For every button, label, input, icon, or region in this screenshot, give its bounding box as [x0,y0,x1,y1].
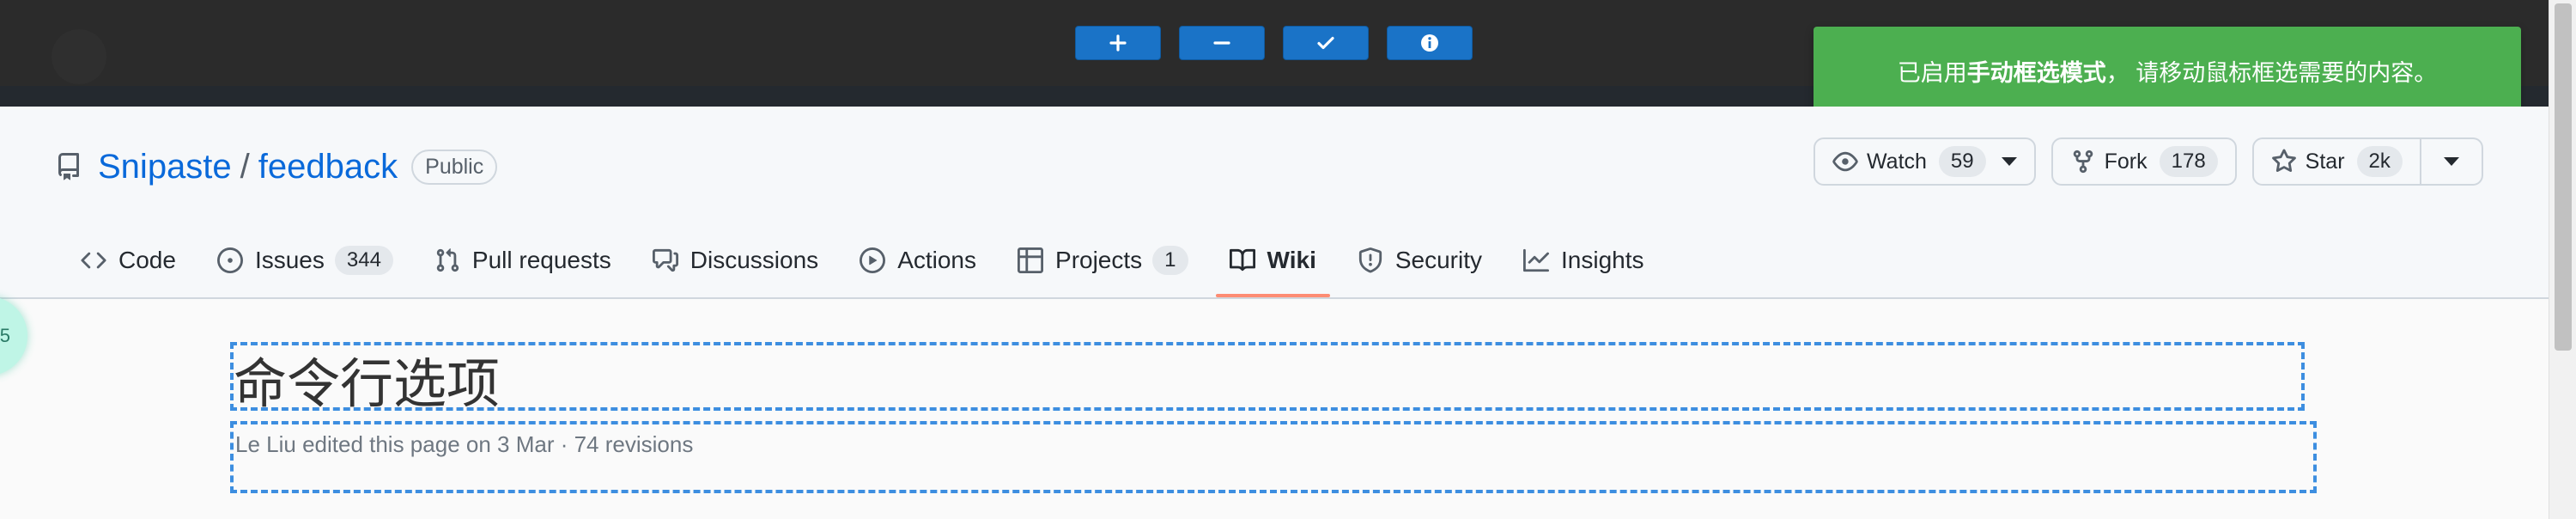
fork-button[interactable]: Fork 178 [2050,137,2237,186]
watch-count: 59 [1938,146,1986,177]
snip-toolbar [1075,26,1473,60]
tab-projects[interactable]: Projects 1 [1004,235,1202,285]
floating-badge-text: 5 [0,325,10,346]
info-icon [1421,34,1438,52]
watch-label: Watch [1867,149,1927,174]
tab-code-label: Code [118,247,176,273]
table-icon [1018,247,1044,273]
code-icon [81,252,106,269]
star-group: Star 2k [2251,137,2483,186]
star-icon [2271,149,2296,173]
star-label: Star [2305,149,2345,174]
star-count: 2k [2356,146,2403,177]
page-title: 命令行选项 [234,355,501,414]
repo-icon [58,153,79,180]
star-list-dropdown[interactable] [2421,137,2483,186]
repo-owner-link[interactable]: Snipaste [98,148,232,186]
snip-mode-notification: 已启用 手动框选模式 ， 请移动鼠标框选需要的内容。 [1814,27,2521,114]
eye-icon [1832,151,1858,172]
info-button[interactable] [1387,26,1473,60]
tab-security[interactable]: Security [1344,235,1496,285]
github-logo-icon [52,29,106,84]
check-icon [1317,36,1334,50]
tab-wiki-label: Wiki [1267,247,1316,273]
repo-nav: Code Issues 344 Pull requests Discussion… [67,235,1672,299]
repo-separator: / [240,147,250,186]
plus-button[interactable] [1075,26,1161,60]
shield-icon [1358,247,1382,273]
star-button[interactable]: Star 2k [2251,137,2421,186]
tab-code[interactable]: Code [67,235,190,285]
tab-pull-requests-label: Pull requests [471,247,611,273]
tab-wiki[interactable]: Wiki [1215,235,1331,297]
confirm-button[interactable] [1283,26,1369,60]
watch-button[interactable]: Watch 59 [1814,137,2036,186]
page-meta: Le Liu edited this page on 3 Mar · 74 re… [235,431,694,457]
issue-icon [216,247,243,273]
fork-count: 178 [2159,146,2218,177]
repo-name-link[interactable]: feedback [258,148,398,186]
tab-issues[interactable]: Issues 344 [204,235,407,285]
tab-projects-label: Projects [1055,247,1143,273]
projects-count: 1 [1152,246,1188,275]
scrollbar[interactable] [2549,0,2576,519]
fork-label: Fork [2104,149,2148,174]
repo-title: Snipaste / feedback Public [55,141,498,192]
tab-actions[interactable]: Actions [846,235,990,285]
selection-box-title [230,342,2305,411]
tab-insights[interactable]: Insights [1510,235,1658,285]
notification-suffix: ， 请移动鼠标框选需要的内容。 [2105,59,2438,86]
notification-prefix: 已启用 [1897,59,1967,86]
scrollbar-thumb[interactable] [2555,3,2572,351]
tab-pull-requests[interactable]: Pull requests [421,235,625,285]
chevron-down-icon [2001,157,2017,166]
tab-discussions-label: Discussions [690,247,819,273]
chevron-down-icon [2443,157,2459,166]
play-icon [860,247,886,273]
pull-request-icon [436,248,459,272]
graph-icon [1523,248,1549,272]
tab-insights-label: Insights [1561,247,1644,273]
tab-actions-label: Actions [897,247,977,273]
book-icon [1229,248,1255,272]
fork-icon [2073,150,2093,174]
plus-icon [1109,34,1127,52]
repo-actions: Watch 59 Fork 178 Star 2k [1814,137,2483,186]
tab-discussions[interactable]: Discussions [639,235,832,285]
issues-count: 344 [334,246,393,275]
repo-header: Snipaste / feedback Public Watch 59 Fork… [0,107,2549,299]
minus-icon [1213,41,1230,45]
visibility-badge: Public [411,149,498,185]
notification-emphasis: 手动框选模式 [1966,59,2106,86]
tab-issues-label: Issues [254,247,325,273]
tab-security-label: Security [1394,247,1482,273]
minus-button[interactable] [1179,26,1265,60]
discussion-icon [652,248,678,272]
